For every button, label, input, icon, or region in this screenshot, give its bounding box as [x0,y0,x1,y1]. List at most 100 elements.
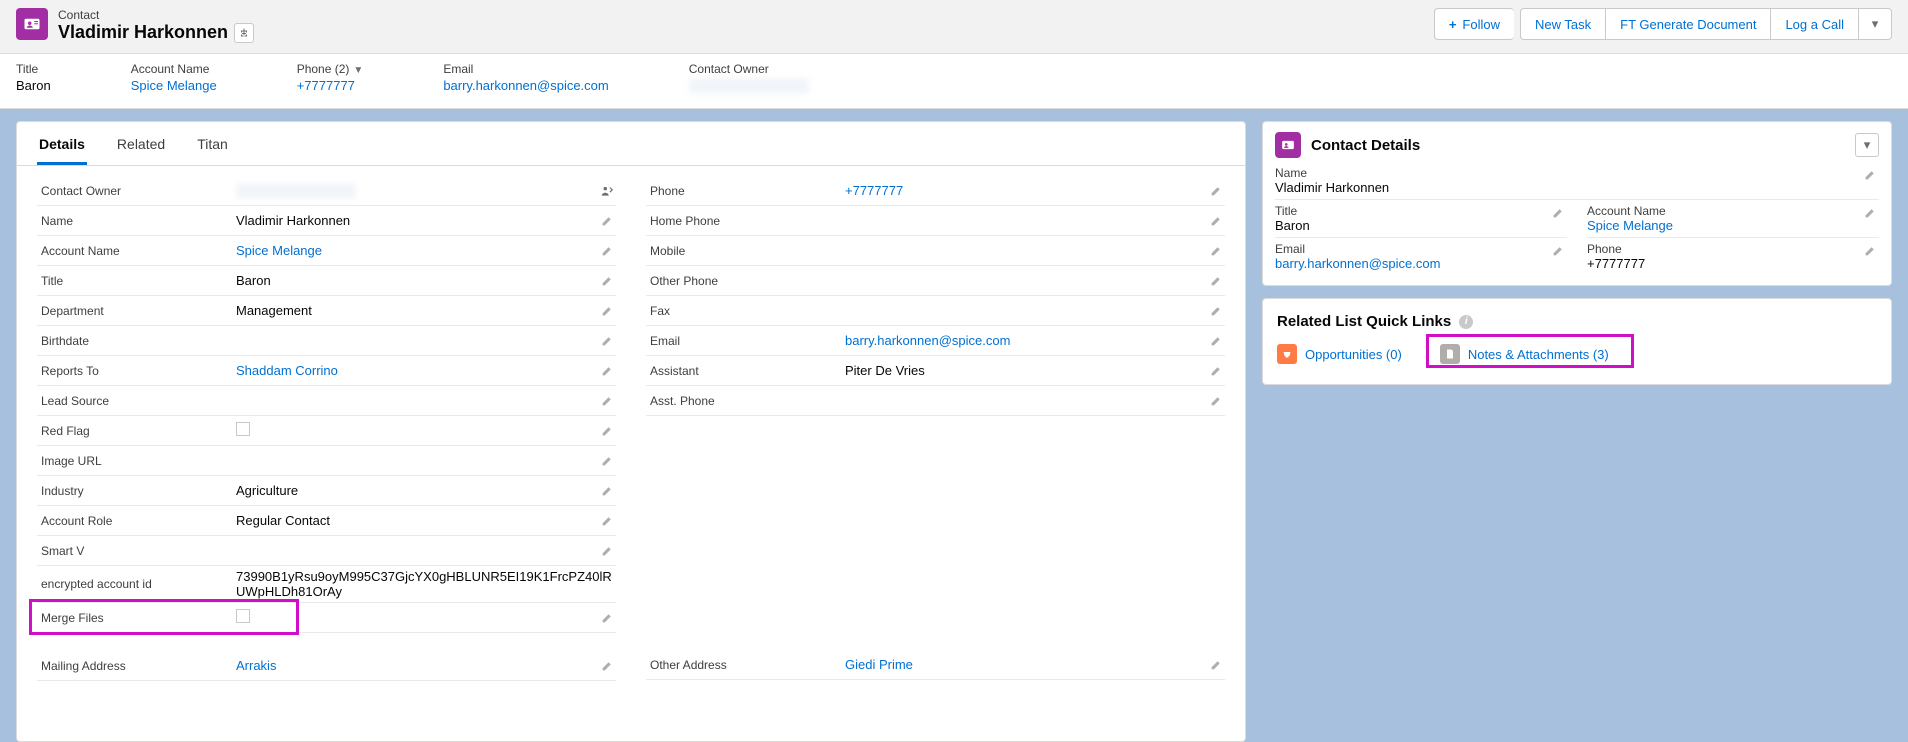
details-right-column: Phone +7777777 Home Phone Mobile [646,176,1225,681]
value-account-role: Regular Contact [232,513,598,528]
value-reports-to-link[interactable]: Shaddam Corrino [232,363,598,378]
edit-industry-icon[interactable] [598,484,616,497]
cd-label-account: Account Name [1587,204,1879,218]
label-assistant: Assistant [646,364,841,378]
opportunities-link[interactable]: Opportunities (0) [1305,347,1402,362]
record-tabs: Details Related Titan [17,122,1245,166]
label-fax: Fax [646,304,841,318]
label-email: Email [646,334,841,348]
hl-title-label: Title [16,62,51,76]
value-industry: Agriculture [232,483,598,498]
contact-details-menu-button[interactable]: ▾ [1855,133,1879,157]
edit-reports-to-icon[interactable] [598,364,616,377]
label-mailing-address: Mailing Address [37,659,232,673]
label-contact-owner: Contact Owner [37,184,232,198]
cd-edit-email-icon[interactable] [1549,244,1567,257]
hl-account-link[interactable]: Spice Melange [131,78,217,93]
label-title: Title [37,274,232,288]
label-smart-v: Smart V [37,544,232,558]
cd-edit-name-icon[interactable] [1861,168,1879,181]
hl-phone-link[interactable]: +7777777 [297,78,364,93]
opportunity-icon [1277,344,1297,364]
cd-label-phone: Phone [1587,242,1879,256]
label-reports-to: Reports To [37,364,232,378]
edit-other-phone-icon[interactable] [1207,274,1225,287]
value-name: Vladimir Harkonnen [232,213,598,228]
edit-title-icon[interactable] [598,274,616,287]
value-title: Baron [232,273,598,288]
value-phone-link[interactable]: +7777777 [841,183,1207,198]
contact-details-title: Contact Details [1311,137,1845,154]
edit-name-icon[interactable] [598,214,616,227]
hl-phone-label[interactable]: Phone (2)▼ [297,62,364,76]
edit-account-role-icon[interactable] [598,514,616,527]
edit-other-address-icon[interactable] [1207,658,1225,671]
new-task-button[interactable]: New Task [1520,8,1605,40]
tab-titan[interactable]: Titan [195,122,230,165]
notes-icon [1440,344,1460,364]
label-birthdate: Birthdate [37,334,232,348]
edit-phone-icon[interactable] [1207,184,1225,197]
follow-button[interactable]: + Follow [1434,8,1514,40]
hierarchy-button[interactable] [234,23,254,43]
merge-files-checkbox[interactable] [236,609,250,623]
edit-email-icon[interactable] [1207,334,1225,347]
cd-label-name: Name [1275,166,1879,180]
value-account-link[interactable]: Spice Melange [232,243,598,258]
edit-mailing-address-icon[interactable] [598,659,616,672]
cd-value-email-link[interactable]: barry.harkonnen@spice.com [1275,256,1567,271]
edit-merge-files-icon[interactable] [598,611,616,624]
edit-assistant-icon[interactable] [1207,364,1225,377]
edit-image-url-icon[interactable] [598,454,616,467]
hl-owner-label: Contact Owner [689,62,809,76]
value-mailing-address-link[interactable]: Arrakis [232,658,598,673]
log-a-call-button[interactable]: Log a Call [1770,8,1858,40]
red-flag-checkbox[interactable] [236,422,250,436]
more-actions-button[interactable]: ▾ [1858,8,1892,40]
page-header: Contact Vladimir Harkonnen + Follow New … [0,0,1908,54]
value-email-link[interactable]: barry.harkonnen@spice.com [841,333,1207,348]
hl-email-label: Email [443,62,608,76]
label-lead-source: Lead Source [37,394,232,408]
edit-smart-v-icon[interactable] [598,544,616,557]
edit-department-icon[interactable] [598,304,616,317]
value-contact-owner-redacted [236,183,356,199]
edit-red-flag-icon[interactable] [598,424,616,437]
object-label: Contact [58,8,254,22]
value-encrypted-id: 73990B1yRsu9oyM995C37GjcYX0gHBLUNR5EI19K… [232,569,616,599]
generate-document-button[interactable]: FT Generate Document [1605,8,1770,40]
label-account-name: Account Name [37,244,232,258]
cd-value-phone: +7777777 [1587,256,1879,271]
main-record-card: Details Related Titan Contact Owner Name [16,121,1246,742]
edit-account-icon[interactable] [598,244,616,257]
info-icon[interactable]: i [1459,315,1473,329]
label-department: Department [37,304,232,318]
label-phone: Phone [646,184,841,198]
cd-label-email: Email [1275,242,1567,256]
cd-edit-phone-icon[interactable] [1861,244,1879,257]
hl-account-label: Account Name [131,62,217,76]
label-encrypted-id: encrypted account id [37,577,232,591]
tab-details[interactable]: Details [37,122,87,165]
quick-links-card: Related List Quick Links i Opportunities… [1262,298,1892,385]
edit-mobile-icon[interactable] [1207,244,1225,257]
edit-fax-icon[interactable] [1207,304,1225,317]
hl-email-link[interactable]: barry.harkonnen@spice.com [443,78,608,93]
cd-edit-title-icon[interactable] [1549,206,1567,219]
edit-home-phone-icon[interactable] [1207,214,1225,227]
value-other-address-link[interactable]: Giedi Prime [841,657,1207,672]
header-actions: + Follow New Task FT Generate Document L… [1434,8,1892,40]
edit-birthdate-icon[interactable] [598,334,616,347]
contact-details-icon [1275,132,1301,158]
record-name: Vladimir Harkonnen [58,22,228,43]
label-image-url: Image URL [37,454,232,468]
label-red-flag: Red Flag [37,424,232,438]
tab-related[interactable]: Related [115,122,167,165]
cd-value-account-link[interactable]: Spice Melange [1587,218,1879,233]
edit-asst-phone-icon[interactable] [1207,394,1225,407]
edit-lead-source-icon[interactable] [598,394,616,407]
notes-attachments-link[interactable]: Notes & Attachments (3) [1468,347,1609,362]
cd-edit-account-icon[interactable] [1861,206,1879,219]
change-owner-icon[interactable] [598,184,616,198]
label-asst-phone: Asst. Phone [646,394,841,408]
